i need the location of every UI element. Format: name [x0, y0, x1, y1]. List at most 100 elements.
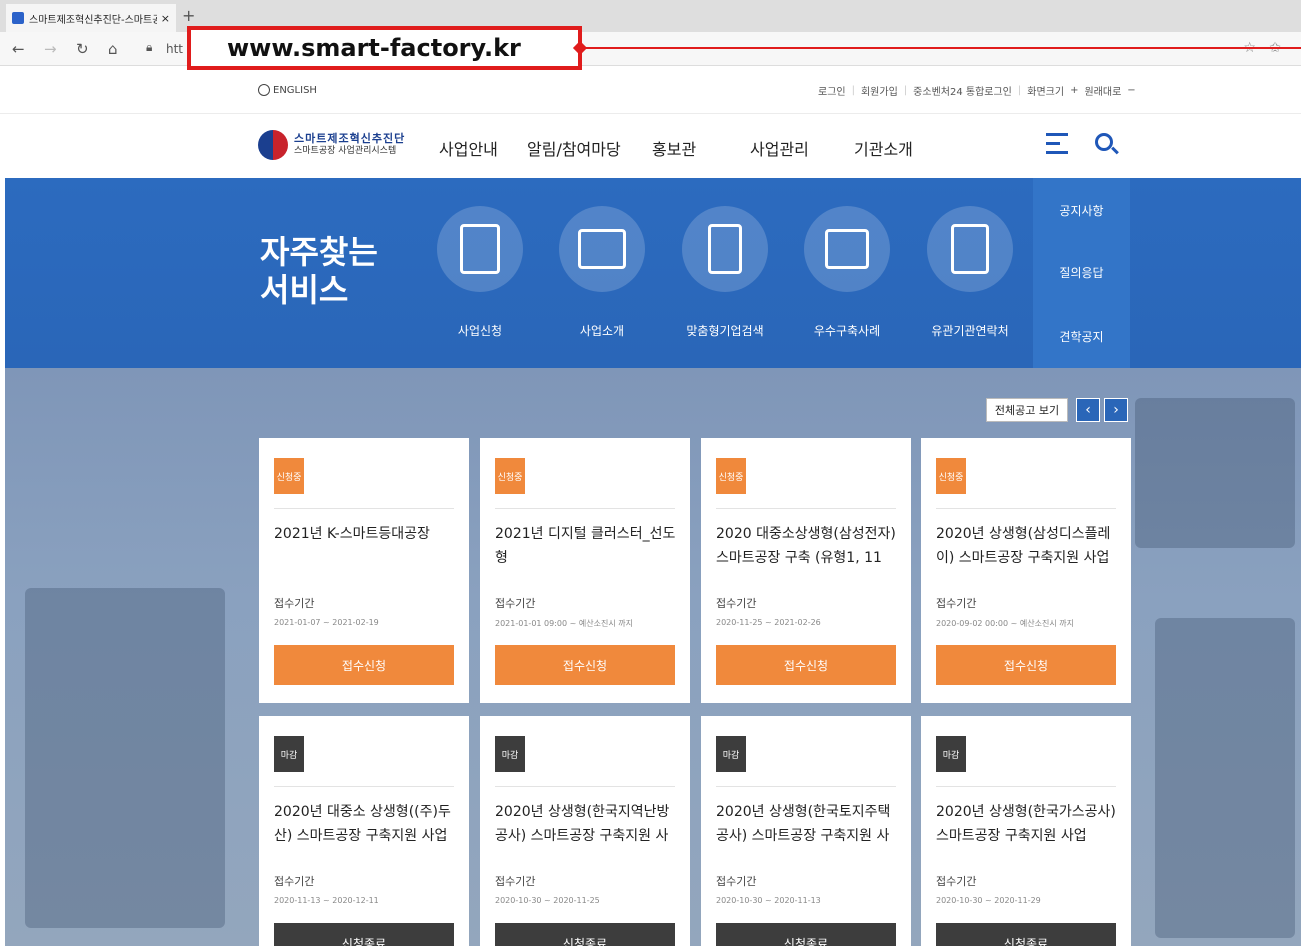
utility-links: 로그인 | 회원가입 | 중소벤처24 통합로그인 | 화면크기 + 원래대로 − [818, 83, 1136, 98]
period-label: 접수기간 [716, 875, 757, 888]
prev-arrow-icon[interactable]: ‹ [1076, 398, 1100, 422]
announcement-card[interactable]: 신청중 2021년 디지털 클러스터_선도형 접수기간 2021-01-01 0… [480, 438, 690, 703]
status-badge: 마감 [716, 736, 746, 772]
site-logo[interactable]: 스마트제조혁신추진단 스마트공장 사업관리시스템 [258, 130, 405, 160]
search-icon[interactable] [1095, 133, 1113, 151]
back-icon[interactable]: ← [12, 40, 25, 58]
period-label: 접수기간 [936, 597, 977, 610]
announcement-card[interactable]: 마감 2020년 상생형(한국지역난방공사) 스마트공장 구축지원 사업 접수기… [480, 716, 690, 946]
address-bar-highlight[interactable]: www.smart-factory.kr [187, 26, 582, 70]
period-value: 2020-10-30 ~ 2020-11-13 [716, 896, 821, 905]
monitor-gear-icon [825, 229, 869, 269]
url-prefix: htt [166, 42, 184, 56]
service-related-contacts[interactable]: 유관기관연락처 [920, 206, 1020, 339]
zoom-in-button[interactable]: + [1070, 85, 1078, 96]
menu-business-info[interactable]: 사업안내 [439, 136, 498, 160]
closed-button[interactable]: 신청종료 [716, 923, 896, 946]
period-label: 접수기간 [274, 597, 315, 610]
closed-button[interactable]: 신청종료 [274, 923, 454, 946]
tab-close-icon[interactable]: × [161, 12, 170, 25]
english-link[interactable]: ENGLISH [258, 84, 317, 96]
announcement-card[interactable]: 신청중 2021년 K-스마트등대공장 접수기간 2021-01-07 ~ 20… [259, 438, 469, 703]
period-value: 2020-10-30 ~ 2020-11-25 [495, 896, 600, 905]
integrated-login-link[interactable]: 중소벤처24 통합로그인 [913, 83, 1012, 98]
notebook-pen-icon [951, 224, 989, 274]
hero-title-line2: 서비스 [260, 271, 349, 309]
quick-services-title: 자주찾는 서비스 [260, 233, 378, 309]
period-label: 접수기간 [274, 875, 315, 888]
announcement-card[interactable]: 신청중 2020년 상생형(삼성디스플레이) 스마트공장 구축지원 사업 접수기… [921, 438, 1131, 703]
site-favicon-icon [12, 12, 24, 24]
closed-button[interactable]: 신청종료 [936, 923, 1116, 946]
apply-button[interactable]: 접수신청 [716, 645, 896, 685]
building-chat-icon [708, 224, 742, 274]
new-tab-icon[interactable]: + [182, 6, 195, 25]
annotation-line [582, 47, 1301, 49]
status-badge: 신청중 [274, 458, 304, 494]
status-badge: 신청중 [716, 458, 746, 494]
period-value: 2020-10-30 ~ 2020-11-29 [936, 896, 1041, 905]
card-title[interactable]: 2021년 K-스마트등대공장 [274, 522, 459, 570]
side-qna-link[interactable]: 질의응답 [1033, 264, 1130, 281]
service-company-search[interactable]: 맞춤형기업검색 [675, 206, 775, 339]
menu-about[interactable]: 기관소개 [854, 136, 913, 160]
card-title[interactable]: 2020년 상생형(한국가스공사) 스마트공장 구축지원 사업 [936, 800, 1121, 848]
period-label: 접수기간 [495, 875, 536, 888]
apply-button[interactable]: 접수신청 [936, 645, 1116, 685]
status-badge: 마감 [495, 736, 525, 772]
card-title[interactable]: 2020년 상생형(한국토지주택공사) 스마트공장 구축지원 사업 [716, 800, 901, 848]
refresh-icon[interactable]: ↻ [76, 40, 89, 58]
apply-button[interactable]: 접수신청 [495, 645, 675, 685]
period-label: 접수기간 [936, 875, 977, 888]
utility-bar: ENGLISH 로그인 | 회원가입 | 중소벤처24 통합로그인 | 화면크기 + … [0, 67, 1301, 114]
logo-line2: 스마트공장 사업관리시스템 [294, 146, 397, 156]
forward-icon[interactable]: → [44, 40, 57, 58]
view-all-announcements-button[interactable]: 전체공고 보기 [986, 398, 1068, 422]
service-label: 맞춤형기업검색 [686, 324, 764, 338]
card-title[interactable]: 2021년 디지털 클러스터_선도형 [495, 522, 680, 570]
service-best-cases[interactable]: 우수구축사례 [797, 206, 897, 339]
menu-business-management[interactable]: 사업관리 [750, 136, 809, 160]
service-apply[interactable]: 사업신청 [430, 206, 530, 339]
globe-icon [258, 84, 270, 96]
announcement-card[interactable]: 마감 2020년 상생형(한국토지주택공사) 스마트공장 구축지원 사업 접수기… [701, 716, 911, 946]
signup-link[interactable]: 회원가입 [861, 83, 898, 98]
status-badge: 신청중 [936, 458, 966, 494]
quick-side-panel: 공지사항 질의응답 견학공지 [1033, 178, 1130, 368]
tablet-touch-icon [460, 224, 500, 274]
side-notice-link[interactable]: 공지사항 [1033, 202, 1130, 219]
service-label: 우수구축사례 [813, 324, 881, 338]
service-label: 사업신청 [457, 324, 503, 338]
apply-button[interactable]: 접수신청 [274, 645, 454, 685]
announcement-card[interactable]: 마감 2020년 대중소 상생형((주)두산) 스마트공장 구축지원 사업 접수… [259, 716, 469, 946]
lock-icon: 🔒︎ [146, 40, 153, 54]
login-link[interactable]: 로그인 [818, 83, 846, 98]
period-value: 2020-11-13 ~ 2020-12-11 [274, 896, 379, 905]
zoom-reset-button[interactable]: 원래대로 [1084, 83, 1121, 98]
service-label: 유관기관연락처 [931, 324, 1009, 338]
status-badge: 마감 [936, 736, 966, 772]
period-label: 접수기간 [495, 597, 536, 610]
service-intro[interactable]: 사업소개 [552, 206, 652, 339]
next-arrow-icon[interactable]: › [1104, 398, 1128, 422]
zoom-out-button[interactable]: − [1127, 85, 1135, 96]
period-value: 2021-01-01 09:00 ~ 예산소진시 까지 [495, 619, 633, 628]
screen-size-label: 화면크기 [1027, 87, 1065, 98]
hero-title-line1: 자주찾는 [260, 233, 378, 271]
tab-title: 스마트제조혁신추진단-스마트공 [29, 14, 157, 26]
side-tour-link[interactable]: 견학공지 [1033, 328, 1130, 345]
card-title[interactable]: 2020년 상생형(삼성디스플레이) 스마트공장 구축지원 사업 [936, 522, 1121, 570]
period-label: 접수기간 [716, 597, 757, 610]
closed-button[interactable]: 신청종료 [495, 923, 675, 946]
hamburger-menu-icon[interactable] [1046, 133, 1068, 160]
announcement-card[interactable]: 마감 2020년 상생형(한국가스공사) 스마트공장 구축지원 사업 접수기간 … [921, 716, 1131, 946]
browser-tab[interactable]: 스마트제조혁신추진단-스마트공 × [6, 4, 176, 32]
home-icon[interactable]: ⌂ [108, 40, 118, 58]
announcement-card[interactable]: 신청중 2020 대중소상생형(삼성전자) 스마트공장 구축 (유형1, 11월… [701, 438, 911, 703]
card-title[interactable]: 2020년 상생형(한국지역난방공사) 스마트공장 구축지원 사업 [495, 800, 680, 848]
menu-notice-participation[interactable]: 알림/참여마당 [527, 136, 621, 160]
card-title[interactable]: 2020 대중소상생형(삼성전자) 스마트공장 구축 (유형1, 11월… [716, 522, 901, 570]
menu-pr-hall[interactable]: 홍보관 [652, 136, 696, 160]
card-title[interactable]: 2020년 대중소 상생형((주)두산) 스마트공장 구축지원 사업 [274, 800, 459, 848]
url-text: www.smart-factory.kr [227, 34, 521, 62]
